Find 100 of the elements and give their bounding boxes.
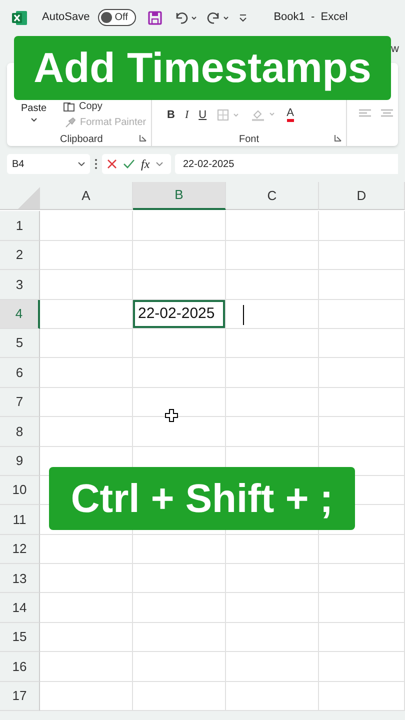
save-icon[interactable] [148,10,162,24]
cell[interactable] [226,328,319,358]
cell[interactable] [319,622,405,652]
cancel-icon[interactable] [107,159,117,169]
cell[interactable] [319,682,405,712]
row-header[interactable]: 2 [0,240,40,270]
cell[interactable] [40,240,133,270]
dropdown-icon[interactable] [156,162,163,166]
cell[interactable] [133,240,226,270]
formula-input[interactable]: 22-02-2025 [183,156,234,172]
bold-button[interactable]: B [167,107,175,124]
cell[interactable] [319,358,405,388]
cell[interactable] [226,417,319,447]
cell[interactable] [226,388,319,418]
cell[interactable] [226,652,319,682]
cell[interactable] [226,270,319,300]
borders-icon[interactable] [216,109,241,122]
row-header[interactable]: 10 [0,476,40,506]
align-left-icon[interactable] [359,109,371,119]
column-header[interactable]: D [319,182,405,210]
undo-icon[interactable] [174,10,198,24]
cell[interactable] [40,622,133,652]
select-all-icon[interactable] [18,187,40,209]
row-header[interactable]: 13 [0,564,40,594]
row-header[interactable]: 7 [0,388,40,418]
row-header[interactable]: 4 [0,300,40,329]
cell[interactable] [319,240,405,270]
dialog-launcher-icon[interactable] [139,134,147,142]
cell[interactable] [40,534,133,564]
column-header[interactable]: C [226,182,319,210]
cell[interactable] [133,534,226,564]
cell[interactable] [319,417,405,447]
cell[interactable] [133,328,226,358]
row-header[interactable]: 16 [0,652,40,682]
cell[interactable] [226,211,319,241]
redo-icon[interactable] [206,10,230,24]
cell[interactable] [319,388,405,418]
cell[interactable] [226,300,319,329]
row-header[interactable]: 11 [0,505,40,535]
fill-color-icon[interactable] [250,108,277,122]
cell[interactable] [40,652,133,682]
row-header[interactable]: 9 [0,446,40,476]
column-header[interactable]: A [40,182,133,210]
cell[interactable] [319,300,405,329]
cell[interactable] [226,534,319,564]
row-header[interactable]: 14 [0,593,40,623]
cell[interactable] [226,682,319,712]
cell[interactable] [226,358,319,388]
cell[interactable] [319,534,405,564]
cell[interactable] [40,328,133,358]
row-header[interactable]: 8 [0,417,40,447]
cell[interactable] [40,564,133,594]
cell[interactable] [133,593,226,623]
cell[interactable] [319,328,405,358]
cell[interactable] [40,358,133,388]
cell[interactable] [133,358,226,388]
cell[interactable] [133,682,226,712]
brush-icon[interactable] [64,116,76,128]
cell[interactable] [133,622,226,652]
cell[interactable] [133,211,226,241]
cell[interactable] [40,593,133,623]
cell[interactable] [319,593,405,623]
row-header[interactable]: 15 [0,622,40,652]
cell[interactable] [226,564,319,594]
cell[interactable] [226,593,319,623]
dialog-launcher-icon[interactable] [334,134,342,142]
cell[interactable] [40,211,133,241]
underline-button[interactable]: U [198,107,207,124]
cell[interactable] [133,652,226,682]
align-center-icon[interactable] [381,109,393,119]
row-header[interactable]: 12 [0,534,40,564]
copy-button[interactable]: Copy [79,101,102,112]
cell[interactable] [40,682,133,712]
cell[interactable] [319,564,405,594]
italic-button[interactable]: I [184,107,189,124]
copy-icon[interactable] [63,102,75,112]
cell[interactable] [319,211,405,241]
cell[interactable] [226,622,319,652]
cell[interactable] [226,240,319,270]
row-header[interactable]: 6 [0,358,40,388]
more-options-icon[interactable] [94,158,98,170]
row-header[interactable]: 1 [0,211,40,241]
cell[interactable] [40,270,133,300]
paste-button[interactable]: Paste [21,103,47,122]
customize-toolbar-icon[interactable] [238,12,248,22]
row-header[interactable]: 5 [0,328,40,358]
name-box[interactable]: B4 [7,154,90,174]
cell[interactable] [319,652,405,682]
row-header[interactable]: 3 [0,270,40,300]
checkmark-icon[interactable] [123,159,135,169]
column-header[interactable]: B [133,182,226,210]
row-header[interactable]: 17 [0,682,40,712]
ribbon-tab[interactable]: w [391,40,399,58]
cell[interactable] [133,564,226,594]
cell[interactable] [319,270,405,300]
cell[interactable] [40,388,133,418]
font-color-button[interactable]: A [286,108,294,122]
insert-function-button[interactable]: fx [141,155,150,173]
autosave-toggle[interactable]: Off [98,9,136,26]
cell[interactable] [40,417,133,447]
